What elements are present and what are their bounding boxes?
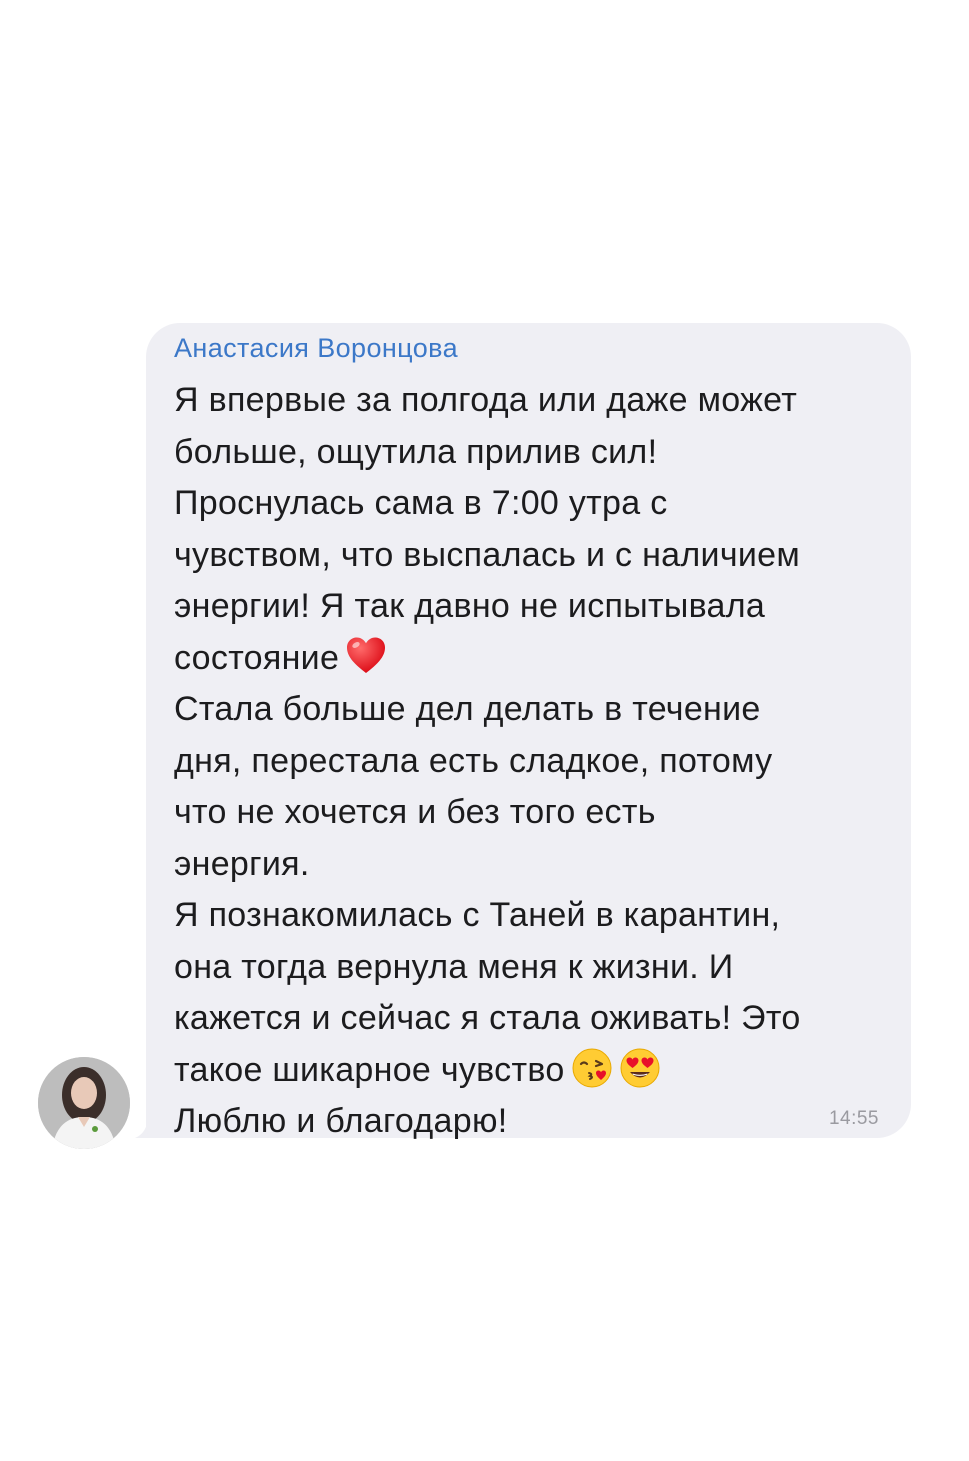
message-text: Я впервые за полгода или даже может боль…: [174, 375, 899, 1148]
heart-eyes-emoji-icon: [619, 1047, 661, 1089]
sender-name[interactable]: Анастасия Воронцова: [174, 333, 458, 364]
message-line: больше, ощутила прилив сил!: [174, 432, 658, 471]
message-line: Стала больше дел делать в течение: [174, 690, 761, 728]
message-line: дня, перестала есть сладкое, потому: [174, 741, 773, 780]
message-line: Я познакомилась с Таней в карантин,: [174, 896, 781, 934]
sender-avatar[interactable]: [38, 1057, 130, 1149]
message-line-with-emoji: такое шикарное чувство: [174, 1045, 899, 1097]
message-line-with-emoji: состояние: [174, 633, 899, 685]
message-line: что не хочется и без того есть: [174, 793, 656, 831]
kissing-face-emoji-icon: [571, 1047, 613, 1089]
avatar-photo: [38, 1057, 130, 1149]
message-bubble[interactable]: Анастасия Воронцова Я впервые за полгода…: [146, 323, 911, 1140]
message-line-text: такое шикарное чувство: [174, 1050, 565, 1089]
message-line-text: состояние: [174, 638, 340, 677]
message-line: Я впервые за полгода или даже может: [174, 381, 798, 419]
heart-emoji-icon: [345, 635, 387, 677]
message-line: энергия.: [174, 844, 310, 883]
message-line: кажется и сейчас я стала оживать! Это: [174, 999, 801, 1037]
message-line: она тогда вернула меня к жизни. И: [174, 947, 734, 986]
message-line: энергии! Я так давно не испытывала: [174, 587, 766, 625]
message-timestamp: 14:55: [828, 1108, 879, 1129]
message-line: Люблю и благодарю!: [174, 1102, 508, 1140]
message-line: чувством, что выспалась и с наличием: [174, 535, 801, 574]
message-line: Проснулась сама в 7:00 утра с: [174, 484, 668, 522]
